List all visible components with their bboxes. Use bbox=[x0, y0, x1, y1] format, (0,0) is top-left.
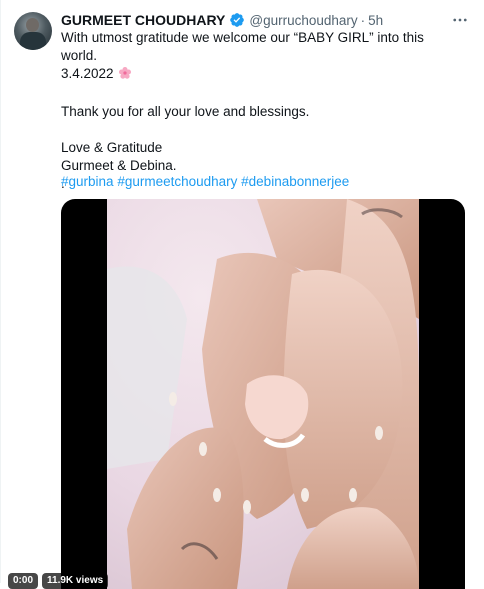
tweet-header: GURMEET CHOUDHARY @gurruchoudhary · 5h bbox=[61, 12, 383, 28]
tweet-line-2: 3.4.2022 bbox=[61, 65, 461, 85]
more-options-icon[interactable] bbox=[450, 10, 470, 30]
author-avatar[interactable] bbox=[14, 12, 52, 50]
video-overlay: 0:00 11.9K views bbox=[8, 573, 109, 589]
tweet-text: With utmost gratitude we welcome our “BA… bbox=[61, 29, 461, 193]
tweet-line-6: Love & Gratitude bbox=[61, 140, 163, 155]
verified-badge-icon bbox=[229, 12, 245, 28]
author-name[interactable]: GURMEET CHOUDHARY bbox=[61, 12, 225, 28]
hashtag-link[interactable]: #debinabonnerjee bbox=[241, 174, 349, 189]
hashtag-link[interactable]: #gurmeetchoudhary bbox=[117, 174, 237, 189]
video-thumbnail bbox=[107, 199, 419, 589]
avatar-figure bbox=[20, 32, 46, 50]
tweet-line-3 bbox=[61, 85, 461, 103]
video-time-label: 0:00 bbox=[8, 573, 39, 589]
hashtag-row: #gurbina #gurmeetchoudhary #debinabonner… bbox=[61, 173, 349, 191]
tweet-date: 3.4.2022 bbox=[61, 66, 114, 81]
hashtag-link[interactable]: #gurbina bbox=[61, 174, 114, 189]
timeline-divider bbox=[0, 0, 1, 583]
avatar-head bbox=[26, 18, 39, 32]
author-handle[interactable]: @gurruchoudhary bbox=[249, 13, 357, 28]
tweet-line-1: With utmost gratitude we welcome our “BA… bbox=[61, 30, 424, 63]
tweet-timestamp[interactable]: 5h bbox=[368, 13, 383, 28]
video-views-label: 11.9K views bbox=[42, 573, 109, 589]
tweet-line-4: Thank you for all your love and blessing… bbox=[61, 104, 310, 119]
separator-dot: · bbox=[360, 12, 366, 28]
tweet-line-5 bbox=[61, 121, 461, 139]
cherry-blossom-icon bbox=[118, 66, 132, 85]
video-player[interactable] bbox=[61, 199, 465, 589]
